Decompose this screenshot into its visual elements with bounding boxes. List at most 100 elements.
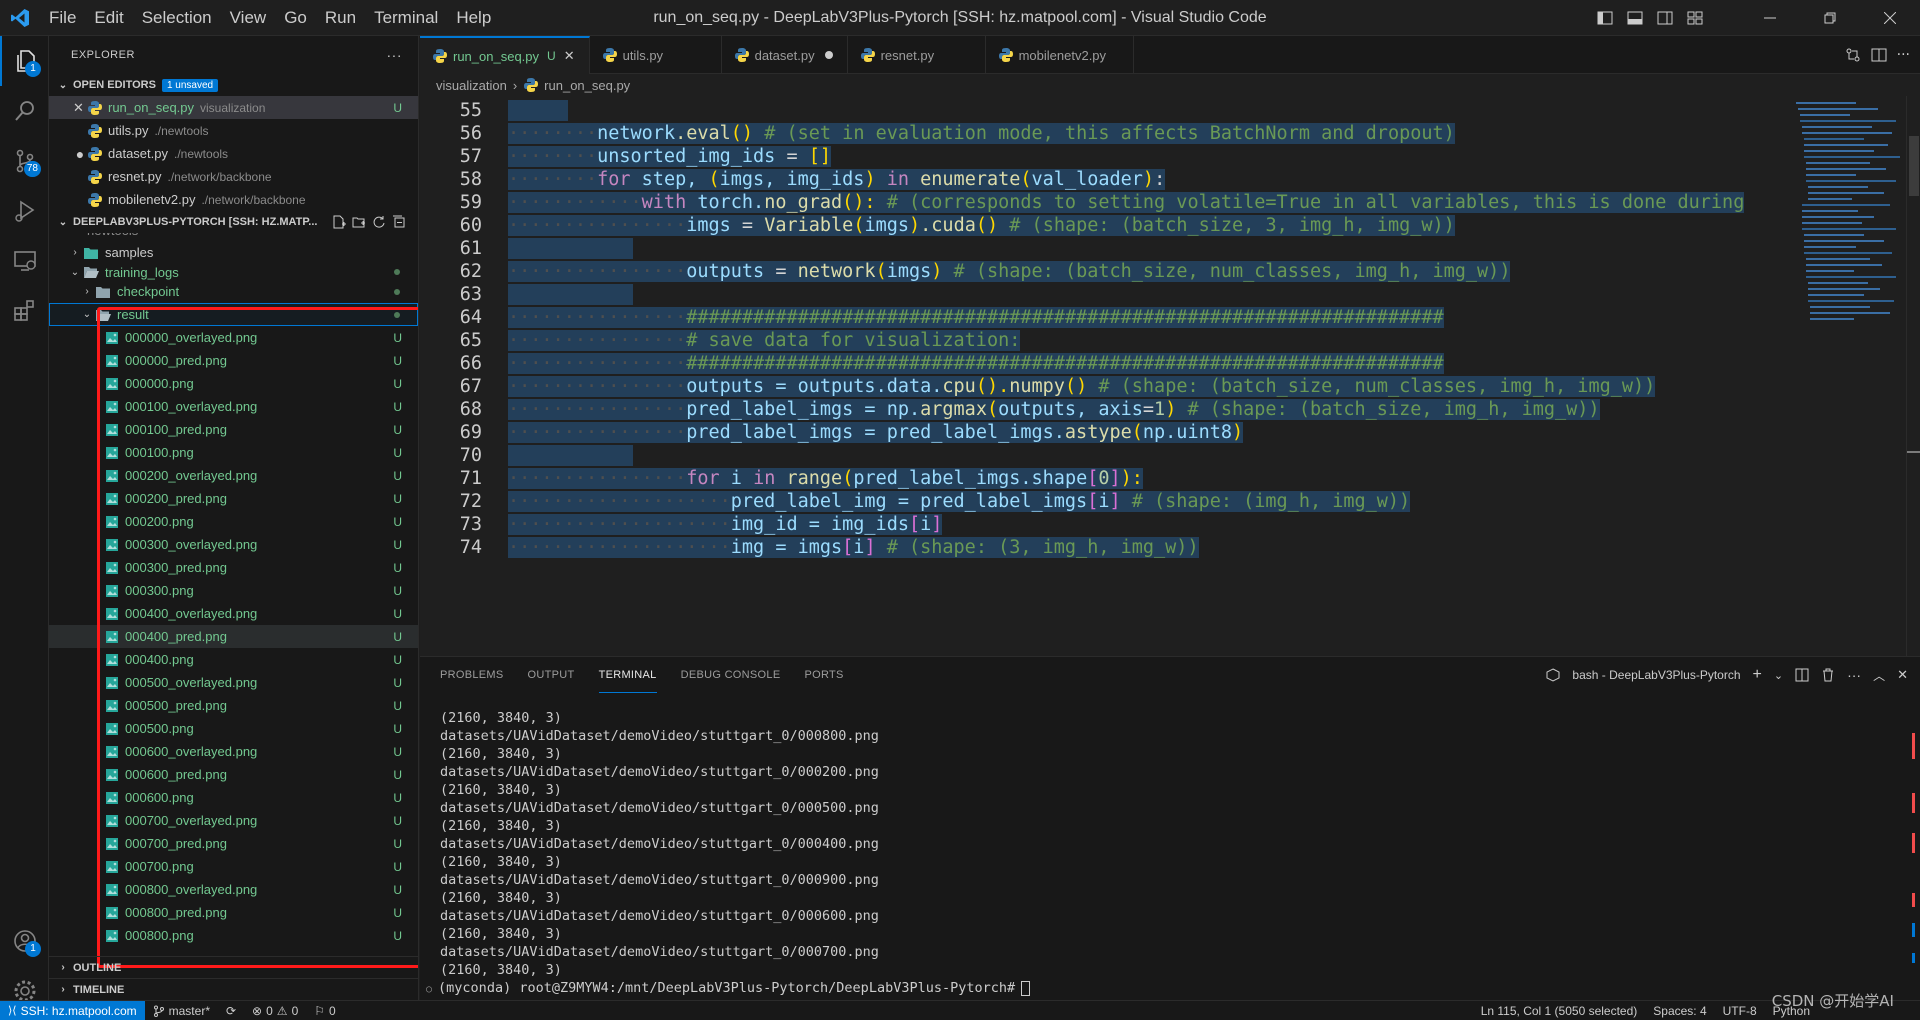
timeline-header[interactable]: › TIMELINE (49, 978, 418, 1000)
sync-button[interactable]: ⟳ (218, 1004, 244, 1018)
tree-file-item[interactable]: 000500.png U (49, 717, 418, 740)
tree-file-item[interactable]: 000100.png U (49, 441, 418, 464)
chevron-down-icon[interactable]: ⌄ (1774, 669, 1783, 682)
ports-indicator[interactable]: ⚐ 0 (306, 1004, 343, 1018)
problems-indicator[interactable]: ⊗ 0 ⚠ 0 (244, 1004, 306, 1018)
toggle-secondary-sidebar-icon[interactable] (1650, 0, 1680, 36)
terminal-output[interactable]: (2160, 3840, 3) datasets/UAVidDataset/dem… (426, 709, 1031, 997)
outline-header[interactable]: › OUTLINE (49, 956, 418, 978)
tab-run-on-seq[interactable]: run_on_seq.py U ✕ (420, 36, 590, 74)
more-actions-icon[interactable]: ··· (1847, 667, 1861, 683)
menu-view[interactable]: View (221, 0, 276, 36)
tree-file-item[interactable]: 000000_pred.png U (49, 349, 418, 372)
search-activity[interactable] (0, 86, 49, 136)
minimize-icon[interactable] (1740, 0, 1800, 36)
tab-resnet[interactable]: resnet.py (848, 36, 986, 74)
toggle-panel-icon[interactable] (1620, 0, 1650, 36)
tree-folder-result[interactable]: ⌄ result (49, 303, 418, 326)
split-terminal-icon[interactable] (1795, 668, 1809, 682)
tab-ports[interactable]: PORTS (804, 657, 843, 693)
open-editor-item[interactable]: ✕ run_on_seq.py visualization U (49, 96, 418, 119)
menu-go[interactable]: Go (275, 0, 316, 36)
remote-explorer-activity[interactable] (0, 236, 49, 286)
close-editor-icon[interactable]: ✕ (73, 100, 87, 116)
customize-layout-icon[interactable] (1680, 0, 1710, 36)
menu-terminal[interactable]: Terminal (365, 0, 447, 36)
more-actions-icon[interactable]: ··· (387, 47, 403, 63)
workspace-header[interactable]: ⌄ DEEPLABV3PLUS-PYTORCH [SSH: HZ.MATP... (49, 211, 418, 233)
editor-scrollbar[interactable] (1906, 96, 1920, 656)
menu-file[interactable]: File (40, 0, 85, 36)
tree-file-item[interactable]: 000700.png U (49, 855, 418, 878)
open-editors-header[interactable]: ⌄ OPEN EDITORS 1 unsaved (49, 74, 418, 96)
breadcrumb-file[interactable]: run_on_seq.py (544, 78, 630, 93)
tree-folder-training-logs[interactable]: ⌄ training_logs (49, 264, 418, 280)
compare-changes-icon[interactable] (1845, 47, 1861, 63)
encoding[interactable]: UTF-8 (1715, 1004, 1765, 1018)
tree-file-item[interactable]: 000100_overlayed.png U (49, 395, 418, 418)
tab-dataset[interactable]: dataset.py (722, 36, 848, 74)
tree-file-item[interactable]: 000000.png U (49, 372, 418, 395)
scrollbar-thumb[interactable] (1909, 136, 1919, 196)
tree-file-item[interactable]: 000500_pred.png U (49, 694, 418, 717)
tab-utils[interactable]: utils.py (590, 36, 722, 74)
terminal-scrollbar[interactable] (1908, 693, 1920, 1001)
tab-terminal[interactable]: TERMINAL (598, 657, 657, 693)
tree-file-item[interactable]: 000100_pred.png U (49, 418, 418, 441)
new-folder-icon[interactable] (352, 215, 366, 229)
tree-file-item[interactable]: 000700_overlayed.png U (49, 809, 418, 832)
run-debug-activity[interactable] (0, 186, 49, 236)
open-editor-item[interactable]: utils.py ./newtools (49, 119, 418, 142)
new-terminal-icon[interactable]: + (1753, 666, 1762, 684)
source-control-activity[interactable]: 78 (0, 136, 49, 186)
tree-file-item[interactable]: 000400_pred.png U (49, 625, 418, 648)
more-actions-icon[interactable]: ··· (1897, 47, 1910, 63)
trash-icon[interactable] (1821, 668, 1835, 682)
indentation[interactable]: Spaces: 4 (1645, 1004, 1714, 1018)
refresh-icon[interactable] (372, 215, 386, 229)
tree-file-item[interactable]: 000600_overlayed.png U (49, 740, 418, 763)
tree-file-item[interactable]: 000800_overlayed.png U (49, 878, 418, 901)
tree-file-item[interactable]: 000600.png U (49, 786, 418, 809)
tree-file-item[interactable]: 000200_pred.png U (49, 487, 418, 510)
minimap[interactable] (1794, 96, 1906, 656)
unsaved-dot-icon[interactable] (824, 51, 833, 59)
open-editor-item[interactable]: resnet.py ./network/backbone (49, 165, 418, 188)
tree-file-item[interactable]: 000300.png U (49, 579, 418, 602)
open-editor-item[interactable]: mobilenetv2.py ./network/backbone (49, 188, 418, 211)
close-panel-icon[interactable]: ✕ (1897, 667, 1908, 683)
collapse-all-icon[interactable] (392, 215, 406, 229)
menu-help[interactable]: Help (447, 0, 500, 36)
tab-output[interactable]: OUTPUT (528, 657, 575, 693)
tree-folder-checkpoint[interactable]: › checkpoint (49, 280, 418, 303)
tree-file-item[interactable]: 000400_overlayed.png U (49, 602, 418, 625)
split-editor-icon[interactable] (1871, 47, 1887, 63)
tree-folder-samples[interactable]: › samples (49, 241, 418, 264)
tab-mobilenetv2[interactable]: mobilenetv2.py (986, 36, 1134, 74)
menu-run[interactable]: Run (316, 0, 365, 36)
new-file-icon[interactable] (332, 215, 346, 229)
close-icon[interactable] (1860, 0, 1920, 36)
terminal-name[interactable]: bash - DeepLabV3Plus-Pytorch (1572, 668, 1740, 682)
modified-dot-icon[interactable]: ● (73, 146, 87, 162)
tree-file-item[interactable]: 000700_pred.png U (49, 832, 418, 855)
menu-selection[interactable]: Selection (133, 0, 221, 36)
tree-file-item[interactable]: 000500_overlayed.png U (49, 671, 418, 694)
accounts-activity[interactable]: 1 (0, 916, 49, 966)
tree-file-item[interactable]: 000800.png U (49, 924, 418, 947)
breadcrumb-folder[interactable]: visualization (436, 78, 507, 93)
tab-close-icon[interactable]: ✕ (564, 48, 575, 64)
tree-file-item[interactable]: 000200.png U (49, 510, 418, 533)
toggle-sidebar-icon[interactable] (1590, 0, 1620, 36)
tab-problems[interactable]: PROBLEMS (440, 657, 504, 693)
git-branch[interactable]: master* (145, 1004, 218, 1018)
extensions-activity[interactable] (0, 286, 49, 336)
tree-file-item[interactable]: 000300_pred.png U (49, 556, 418, 579)
restore-icon[interactable] (1800, 0, 1860, 36)
tree-item-partial[interactable]: newtools (49, 233, 418, 241)
code-editor[interactable]: 55 56 ········network.eval() # (set in ev… (420, 96, 1792, 656)
cursor-position[interactable]: Ln 115, Col 1 (5050 selected) (1473, 1004, 1646, 1018)
tree-file-item[interactable]: 000000_overlayed.png U (49, 326, 418, 349)
tree-file-item[interactable]: 000200_overlayed.png U (49, 464, 418, 487)
tree-file-item[interactable]: 000300_overlayed.png U (49, 533, 418, 556)
